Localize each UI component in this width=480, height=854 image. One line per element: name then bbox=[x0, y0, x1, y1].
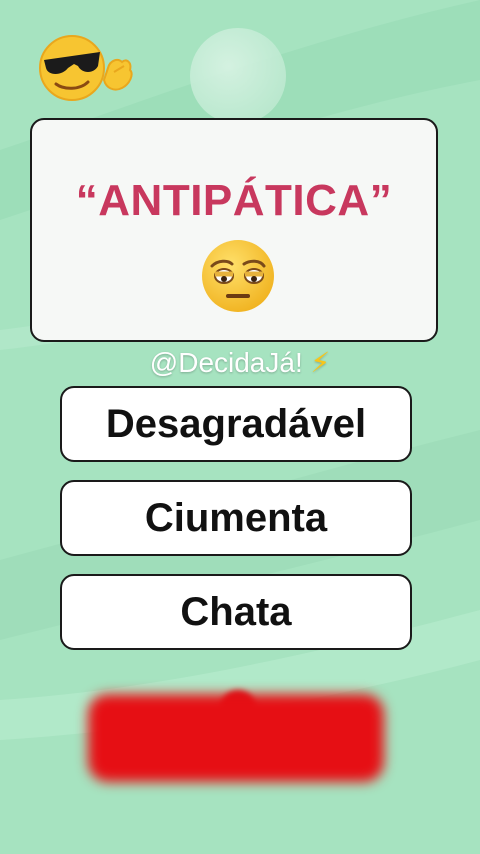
watermark: @DecidaJá! ⚡ bbox=[0, 346, 480, 379]
decorative-circle bbox=[190, 28, 286, 124]
quiz-word: “ANTIPÁTICA” bbox=[75, 176, 393, 225]
watermark-handle: @DecidaJá! bbox=[149, 347, 303, 378]
word-card: “ANTIPÁTICA” bbox=[30, 118, 438, 342]
answer-option-2[interactable]: Ciumenta bbox=[60, 480, 412, 556]
answer-option-label: Ciumenta bbox=[144, 495, 328, 540]
cool-sunglasses-emoji-icon bbox=[38, 32, 134, 104]
quiz-screen: “ANTIPÁTICA” @DecidaJá! ⚡ Desagradável C… bbox=[0, 0, 480, 854]
answer-option-3[interactable]: Chata bbox=[60, 574, 412, 650]
answer-option-label: Desagradável bbox=[105, 401, 367, 446]
answer-option-label: Chata bbox=[180, 589, 292, 634]
lightning-bolt-icon: ⚡ bbox=[310, 347, 331, 378]
answer-option-1[interactable]: Desagradável bbox=[60, 386, 412, 462]
redacted-button[interactable] bbox=[88, 694, 384, 782]
unamused-face-emoji-icon bbox=[200, 238, 276, 314]
